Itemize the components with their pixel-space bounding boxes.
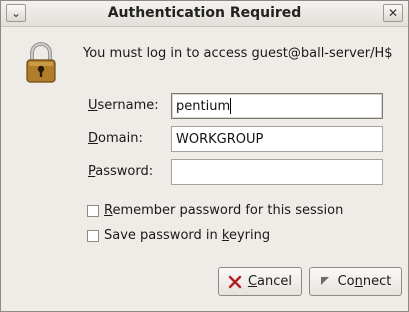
username-input[interactable] — [171, 93, 383, 119]
close-button[interactable]: ✕ — [383, 4, 403, 22]
domain-input[interactable] — [171, 126, 383, 152]
connect-label: Connect — [337, 274, 392, 289]
window-title: Authentication Required — [107, 5, 302, 21]
remember-session-label: Remember password for this session — [104, 203, 344, 218]
domain-label: Domain: — [88, 131, 143, 146]
connect-icon — [320, 276, 332, 288]
save-keyring-option[interactable]: Save password in keyring — [87, 228, 270, 243]
cancel-button[interactable]: Cancel — [218, 267, 302, 296]
username-label: Username: — [88, 98, 159, 113]
text-caret — [230, 98, 231, 114]
auth-dialog: ⌄ Authentication Required ✕ You must log… — [0, 0, 409, 312]
cancel-label: Cancel — [247, 274, 293, 289]
cancel-x-icon — [228, 275, 242, 289]
password-label: Password: — [88, 164, 154, 179]
save-keyring-label: Save password in keyring — [104, 228, 271, 243]
password-input[interactable] — [171, 159, 383, 185]
remember-session-option[interactable]: Remember password for this session — [87, 203, 343, 218]
lock-icon — [26, 42, 56, 83]
close-icon: ✕ — [387, 6, 399, 20]
connect-button[interactable]: Connect — [309, 267, 402, 296]
auth-message: You must log in to access guest@ball-ser… — [83, 46, 393, 61]
save-keyring-checkbox[interactable] — [87, 229, 99, 242]
title-bar: ⌄ Authentication Required ✕ — [1, 1, 408, 27]
remember-session-checkbox[interactable] — [87, 204, 99, 217]
